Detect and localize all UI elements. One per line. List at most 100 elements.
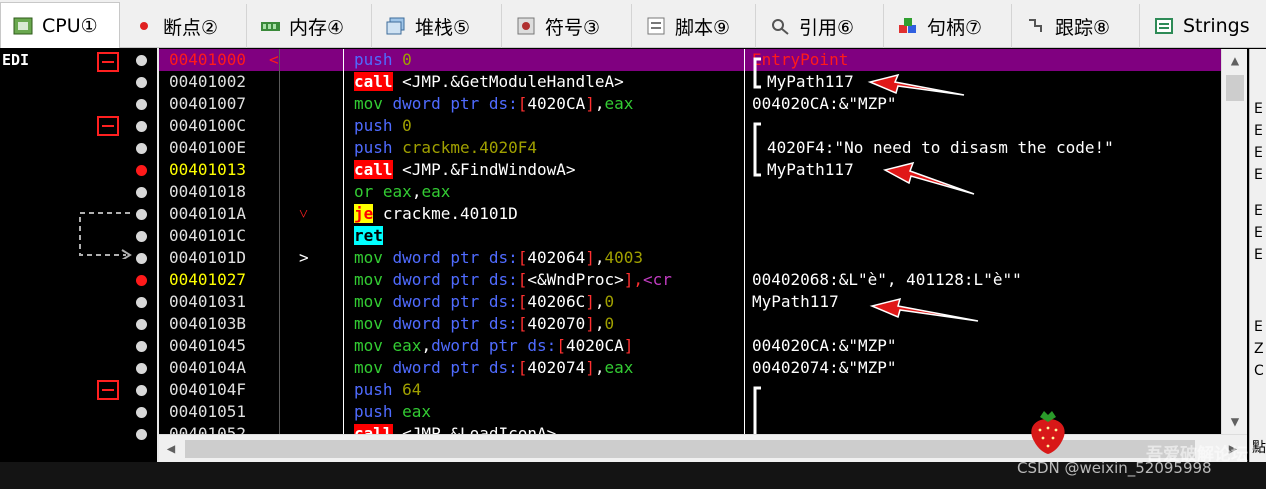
- disasm-row[interactable]: 00401007 mov dword ptr ds:[4020CA],eax 004…: [159, 93, 1221, 115]
- vertical-scrollbar[interactable]: ▲ ▼: [1221, 49, 1247, 434]
- tab-symbols[interactable]: 符号③: [504, 4, 632, 48]
- tab-stack[interactable]: 堆栈⑤: [374, 4, 502, 48]
- breakpoint-dot[interactable]: [136, 187, 147, 198]
- disasm-row[interactable]: 0040104F push 64: [159, 379, 1221, 401]
- breakpoint-dot[interactable]: [136, 429, 147, 440]
- asm-token: ,: [411, 182, 422, 201]
- horizontal-scrollbar[interactable]: ◀ ▶: [159, 434, 1247, 462]
- tab-references[interactable]: 引用⑥: [758, 4, 884, 48]
- instruction: mov dword ptr ds:[40206C],0: [354, 291, 614, 313]
- asm-token: ]: [585, 292, 595, 311]
- breakpoint-dot[interactable]: [136, 341, 147, 352]
- disasm-row[interactable]: 0040100E push crackme.4020F4 4020F4:"No ne…: [159, 137, 1221, 159]
- breakpoint-dot[interactable]: [136, 55, 147, 66]
- address: 0040101A: [169, 204, 247, 223]
- disasm-row[interactable]: 0040104A mov dword ptr ds:[402074],eax 004…: [159, 357, 1221, 379]
- scroll-up-icon[interactable]: ▲: [1222, 49, 1248, 73]
- asm-token: [: [517, 94, 528, 113]
- address: 0040100C: [169, 116, 247, 135]
- disasm-row[interactable]: 00401002 call <JMP.&GetModuleHandleA> MyPa…: [159, 71, 1221, 93]
- asm-token: ]: [585, 314, 595, 333]
- address: 00401027: [169, 270, 247, 289]
- comment-brackets: [753, 57, 761, 434]
- asm-token: mov: [354, 248, 393, 267]
- breakpoint-dot-active[interactable]: [136, 165, 147, 176]
- breakpoint-dot[interactable]: [136, 231, 147, 242]
- disasm-row[interactable]: 00401031 mov dword ptr ds:[40206C],0 MyPat…: [159, 291, 1221, 313]
- column-divider: [279, 49, 280, 434]
- asm-token: dword ptr: [392, 248, 489, 267]
- asm-token: dword ptr: [392, 314, 489, 333]
- comment: EntryPoint: [752, 50, 849, 69]
- disasm-row[interactable]: 0040101C ret: [159, 225, 1221, 247]
- asm-token: dword ptr: [392, 270, 489, 289]
- instruction: mov dword ptr ds:[402070],0: [354, 313, 614, 335]
- asm-token: push: [354, 50, 393, 69]
- address: 0040100E: [169, 138, 247, 157]
- disasm-row[interactable]: 0040101D > mov dword ptr ds:[402064],4003: [159, 247, 1221, 269]
- asm-token: ds:: [488, 94, 518, 113]
- instruction: je crackme.40101D: [354, 203, 518, 225]
- panel-char: E: [1254, 319, 1263, 335]
- tab-handles[interactable]: 句柄⑦: [886, 4, 1012, 48]
- asm-token: eax: [421, 182, 451, 201]
- breakpoint-dot[interactable]: [136, 121, 147, 132]
- address: 0040104A: [169, 358, 247, 377]
- tab-cpu[interactable]: CPU①: [0, 2, 120, 49]
- breakpoint-dot[interactable]: [136, 297, 147, 308]
- disasm-row[interactable]: 0040101A ˅ je crackme.40101D: [159, 203, 1221, 225]
- panel-char: E: [1254, 247, 1263, 263]
- disasm-row[interactable]: 00401000 < push 0 EntryPoint: [159, 49, 1221, 71]
- strawberry-logo-icon: [1031, 411, 1065, 454]
- breakpoint-dot[interactable]: [136, 319, 147, 330]
- breakpoint-dot[interactable]: [136, 99, 147, 110]
- disasm-row[interactable]: 0040100C push 0: [159, 115, 1221, 137]
- address: 00401045: [169, 336, 247, 355]
- address: 00401031: [169, 292, 247, 311]
- breakpoint-dot[interactable]: [136, 407, 147, 418]
- address: 00401052: [169, 424, 247, 434]
- collapse-button[interactable]: [97, 52, 119, 72]
- collapse-button[interactable]: [97, 380, 119, 400]
- breakpoint-icon: [134, 17, 154, 35]
- asm-token: eax: [392, 336, 422, 355]
- address: 0040101D: [169, 248, 247, 267]
- disasm-row[interactable]: 00401018 or eax,eax: [159, 181, 1221, 203]
- breakpoint-dot[interactable]: [136, 253, 147, 264]
- panel-char: E: [1254, 167, 1263, 183]
- scroll-down-icon[interactable]: ▼: [1222, 410, 1248, 434]
- disasm-row[interactable]: 00401013 call <JMP.&FindWindowA> MyPath117: [159, 159, 1221, 181]
- tab-trace[interactable]: 跟踪⑧: [1014, 4, 1140, 48]
- tab-strings[interactable]: Strings: [1142, 4, 1266, 48]
- handles-icon: [898, 17, 918, 35]
- breakpoint-dot[interactable]: [136, 143, 147, 154]
- tab-memory[interactable]: 内存④: [248, 4, 372, 48]
- collapse-button[interactable]: [97, 116, 119, 136]
- asm-token: push: [354, 402, 393, 421]
- tab-script[interactable]: 脚本⑨: [634, 4, 756, 48]
- tab-breakpoints[interactable]: 断点②: [122, 4, 247, 48]
- breakpoint-dot[interactable]: [136, 363, 147, 374]
- breakpoint-dot[interactable]: [136, 77, 147, 88]
- asm-token: mov: [354, 292, 393, 311]
- asm-token: [: [517, 314, 528, 333]
- asm-token: ]: [585, 248, 595, 267]
- address: 00401013: [169, 160, 247, 179]
- breakpoint-dot-active[interactable]: [136, 275, 147, 286]
- tab-label: 内存④: [289, 16, 345, 39]
- address: 0040104F: [169, 380, 247, 399]
- breakpoint-dot[interactable]: [136, 385, 147, 396]
- breakpoint-dot[interactable]: [136, 209, 147, 220]
- disassembly-view[interactable]: 00401000 < push 0 EntryPoint 00401002 call <J…: [159, 49, 1221, 434]
- scroll-thumb[interactable]: [1226, 75, 1244, 101]
- scroll-left-icon[interactable]: ◀: [159, 435, 183, 463]
- asm-token: ds:: [488, 292, 518, 311]
- instruction: mov dword ptr ds:[402064],4003: [354, 247, 643, 269]
- gutter: EDI: [0, 48, 157, 464]
- disasm-row[interactable]: 00401027 mov dword ptr ds:[<&WndProc>],<c…: [159, 269, 1221, 291]
- panel-char: C: [1254, 363, 1264, 379]
- disasm-row[interactable]: 0040103B mov dword ptr ds:[402070],0: [159, 313, 1221, 335]
- panel-char: E: [1254, 123, 1263, 139]
- instruction: ret: [354, 225, 383, 247]
- disasm-row[interactable]: 00401045 mov eax,dword ptr ds:[4020CA] 004…: [159, 335, 1221, 357]
